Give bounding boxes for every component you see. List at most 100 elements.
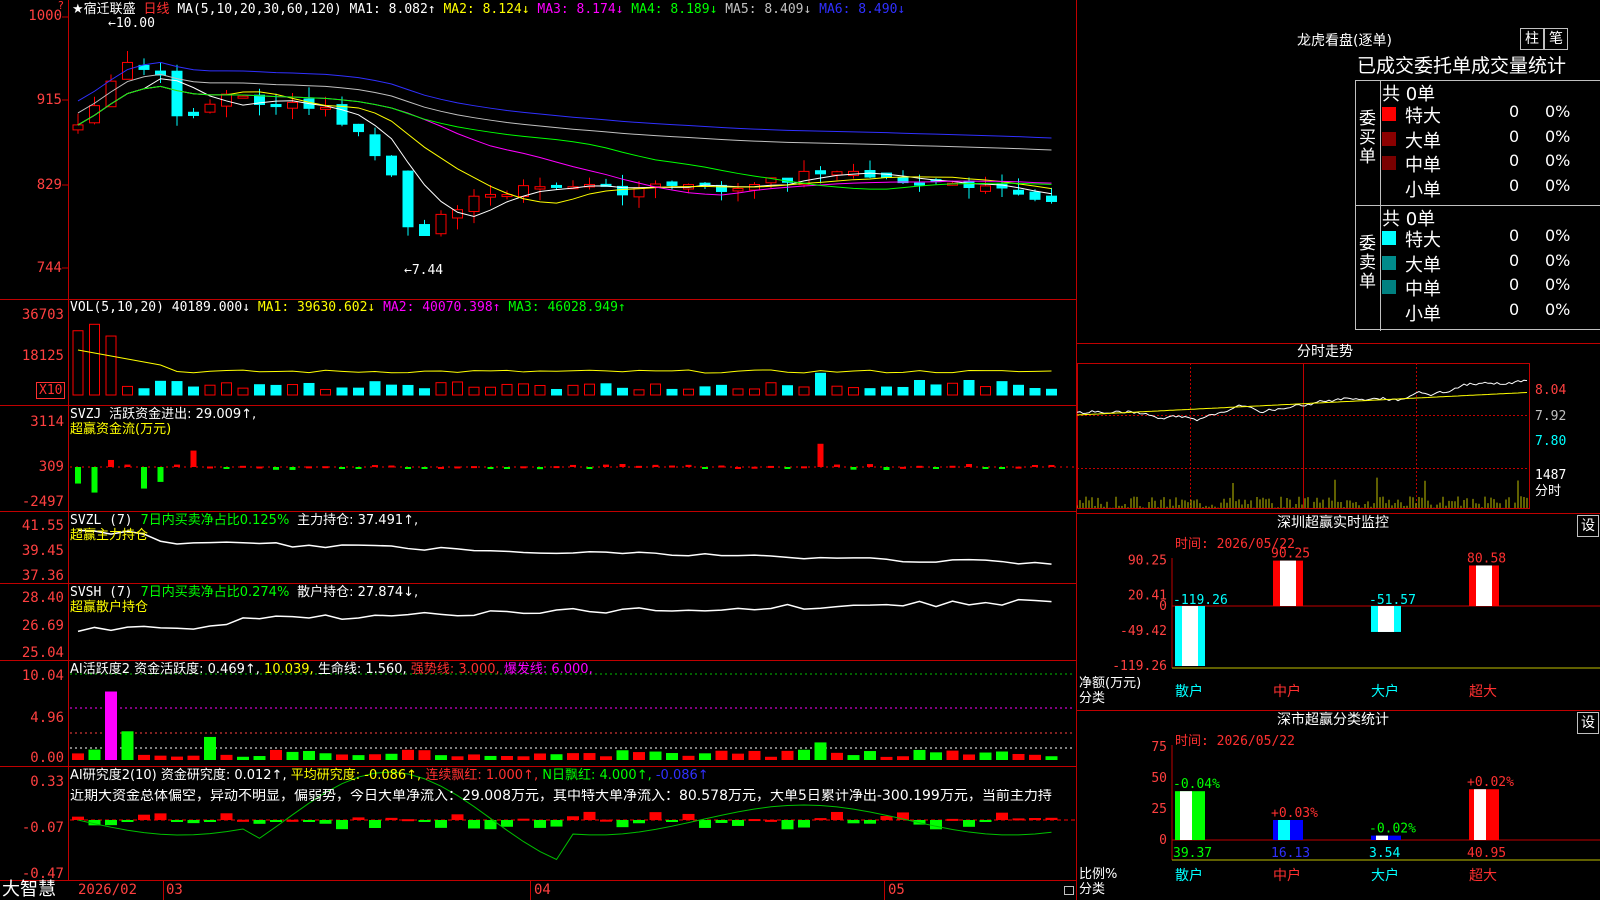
sz-monitor-xlabel: 分类 (1079, 691, 1106, 706)
main-chart-area[interactable]: ? ★宿迁联盛 日线 MA(5,10,20,30,60,120) MA1: 8.… (0, 0, 1077, 900)
sell-swatch (1382, 280, 1396, 294)
candle-body (369, 134, 381, 157)
volume-bar (831, 385, 843, 396)
intraday-panel[interactable]: 分时走势 8.04 7.92 7.80 1487 分时 (1077, 343, 1600, 513)
volume-bar (287, 384, 298, 396)
sell-row-label: 小单 (1405, 303, 1441, 325)
activity-bar (616, 750, 629, 760)
intraday-chart (1077, 363, 1530, 509)
ai-active-tick: 4.96 (30, 710, 64, 726)
sz-class-ylabel: 比例% (1079, 867, 1118, 882)
volume-bar (716, 384, 727, 396)
buy-row-label: 小单 (1405, 179, 1441, 201)
activity-bar (1012, 753, 1025, 760)
volume-bar (89, 323, 100, 396)
period-label[interactable]: 日线 (143, 2, 169, 17)
sz-monitor-tick: 0 (1159, 599, 1167, 614)
activity-bar (534, 753, 546, 760)
activity-bar (352, 755, 365, 760)
svzj-tick: 309 (38, 459, 64, 475)
activity-bar (270, 749, 282, 760)
stock-title[interactable]: ★宿迁联盛 (72, 2, 136, 17)
volume-bar (122, 385, 133, 396)
sz-class-bar-highlight (1474, 789, 1486, 840)
buy-row-pct: 0% (1545, 102, 1571, 121)
fund-flow-bar (834, 464, 840, 467)
research-bar (847, 820, 860, 824)
activity-bar (171, 756, 183, 760)
dragon-tabs[interactable]: 已成交委托单成交量统计 (1357, 55, 1566, 77)
research-bar (930, 820, 942, 830)
candle-body (485, 193, 496, 198)
activity-bar (748, 750, 761, 760)
sz-class-bar-highlight (1180, 791, 1192, 840)
volume-bar (815, 372, 826, 396)
fund-flow-bar (388, 465, 395, 468)
svzl-tick: 37.36 (21, 568, 64, 584)
fund-flow-bar (438, 466, 444, 469)
volume-bar (155, 380, 166, 396)
sz-monitor-value-label: 80.58 (1467, 551, 1506, 566)
fund-flow-bar (124, 464, 131, 467)
svzj-label: SVZJ (70, 407, 102, 422)
svsh-tick: 26.69 (21, 618, 64, 634)
volume-bar (452, 381, 463, 396)
buy-row-pct: 0% (1545, 175, 1571, 195)
candle-body (336, 104, 348, 125)
fund-flow-bar (784, 467, 791, 469)
sell-swatch (1382, 255, 1396, 270)
activity-bar (930, 752, 942, 760)
research-bar (699, 820, 711, 828)
sz-class-change-label: -0.02% (1369, 822, 1416, 837)
bar-mode-button[interactable]: 柱 (1520, 28, 1544, 50)
lock-icon[interactable] (1064, 886, 1074, 895)
candle-body (468, 195, 480, 212)
sell-row-count: 0 (1509, 226, 1520, 245)
ai-active-label: AI活跃度2 (70, 662, 130, 677)
activity-bar (88, 749, 101, 760)
fund-flow-bar (174, 464, 180, 467)
vol-scale-badge[interactable]: X10 (36, 382, 66, 399)
sz-monitor-bar-highlight (1476, 565, 1492, 606)
activity-bar (1029, 754, 1041, 760)
volume-bar (848, 387, 859, 396)
brand-logo[interactable]: 大智慧 (2, 880, 56, 900)
buy-swatch (1382, 107, 1396, 121)
chart-frame (0, 0, 1077, 900)
vol-ma1: MA1: 39630.602↓ (257, 300, 376, 315)
svzj-sub: 超赢资金流(万元) (70, 422, 172, 437)
research-bar (963, 820, 975, 827)
intraday-tick: 8.04 (1535, 383, 1567, 398)
tick-mode-button[interactable]: 笔 (1544, 28, 1568, 50)
candle-body (204, 103, 216, 113)
fund-flow-bar (273, 467, 279, 470)
volume-bar (419, 388, 430, 396)
sz-monitor-bar-highlight (1378, 606, 1394, 632)
activity-bar (814, 742, 827, 760)
candle-body (419, 224, 430, 237)
sz-class-tick: 75 (1151, 740, 1167, 755)
candle-body (237, 95, 249, 99)
activity-bar (699, 753, 711, 760)
fund-flow-bar (999, 467, 1005, 469)
research-bar (517, 818, 530, 821)
volume-bar (666, 388, 678, 396)
candle-body (980, 185, 991, 192)
research-bar (567, 816, 579, 820)
research-bar (616, 820, 629, 828)
sz-monitor-value-label: -119.26 (1173, 593, 1228, 608)
sell-row-pct: 0% (1545, 299, 1571, 319)
sz-class-value-label: 39.37 (1173, 846, 1212, 861)
buy-row-label: 中单 (1405, 155, 1441, 176)
ai-active-tick: 0.00 (30, 750, 64, 766)
activity-bar (154, 755, 167, 760)
sz-class-category: 超大 (1469, 868, 1497, 884)
sell-row-label: 大单 (1405, 254, 1441, 276)
sz-monitor-tick: -49.42 (1120, 624, 1167, 639)
fund-flow-bar (1048, 464, 1055, 467)
activity-bar (402, 749, 414, 760)
ai-research-tick: -0.07 (21, 820, 64, 836)
volume-bar (600, 383, 612, 396)
candle-body (551, 184, 562, 188)
sz-monitor-category: 中户 (1273, 683, 1301, 700)
